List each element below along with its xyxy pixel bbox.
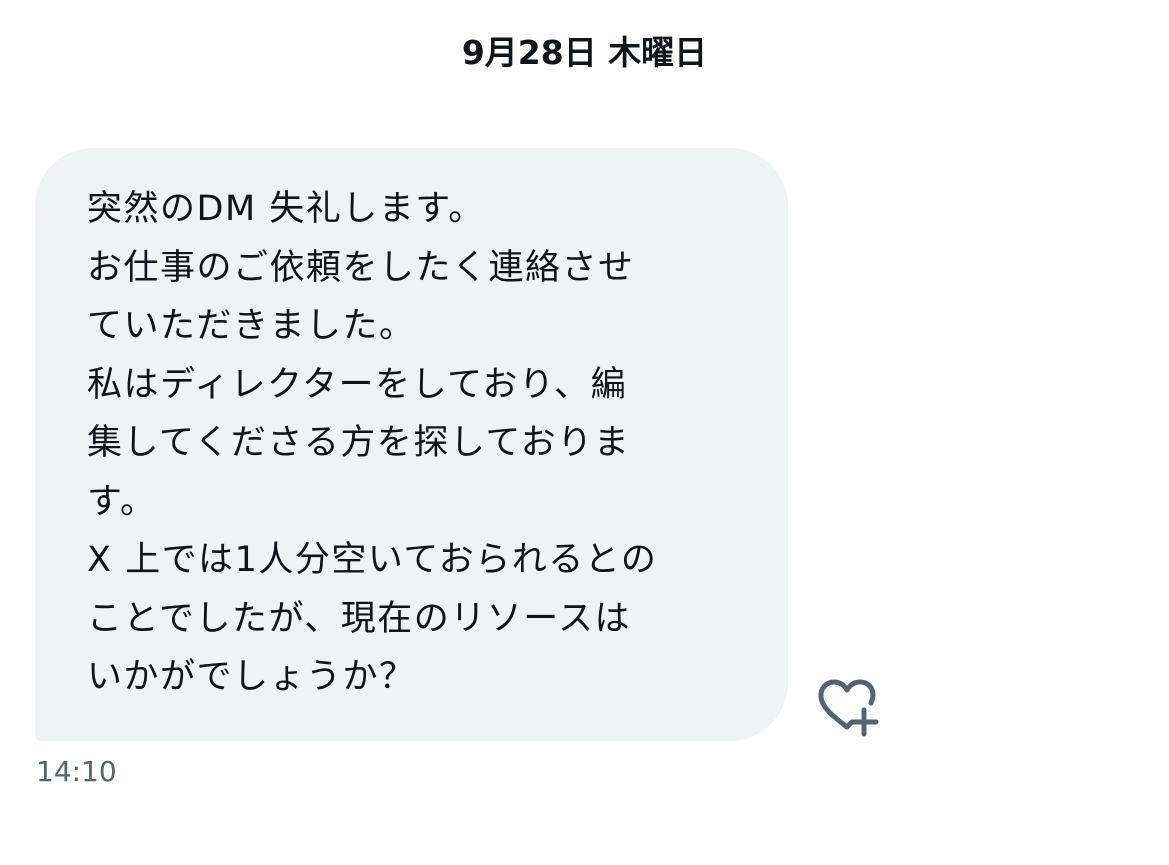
message-line: 集してくださる方を探しておりま	[87, 423, 631, 463]
message-line: ことでしたが、現在のリソースは	[87, 598, 632, 639]
message-line: ていただきました。	[87, 306, 416, 346]
message-timestamp: 14:10	[36, 755, 117, 788]
message-line: X 上では1人分空いておられるとの	[87, 540, 658, 580]
message-row: 突然のDM 失礼します。 お仕事のご依頼をしたく連絡させ ていただきました。 私…	[35, 148, 935, 748]
heart-plus-icon	[815, 676, 881, 738]
date-divider: 9月28日 木曜日	[461, 33, 708, 72]
message-line: 突然のDM 失礼します。	[87, 189, 485, 229]
add-reaction-button[interactable]	[815, 676, 881, 738]
message-line: す。	[87, 481, 157, 522]
message-line: 私はディレクターをしており、編	[87, 364, 628, 405]
message-line: お仕事のご依頼をしたく連絡させ	[87, 247, 635, 288]
message-line: いかがでしょうか？	[87, 657, 416, 697]
message-bubble[interactable]: 突然のDM 失礼します。 お仕事のご依頼をしたく連絡させ ていただきました。 私…	[35, 148, 788, 741]
